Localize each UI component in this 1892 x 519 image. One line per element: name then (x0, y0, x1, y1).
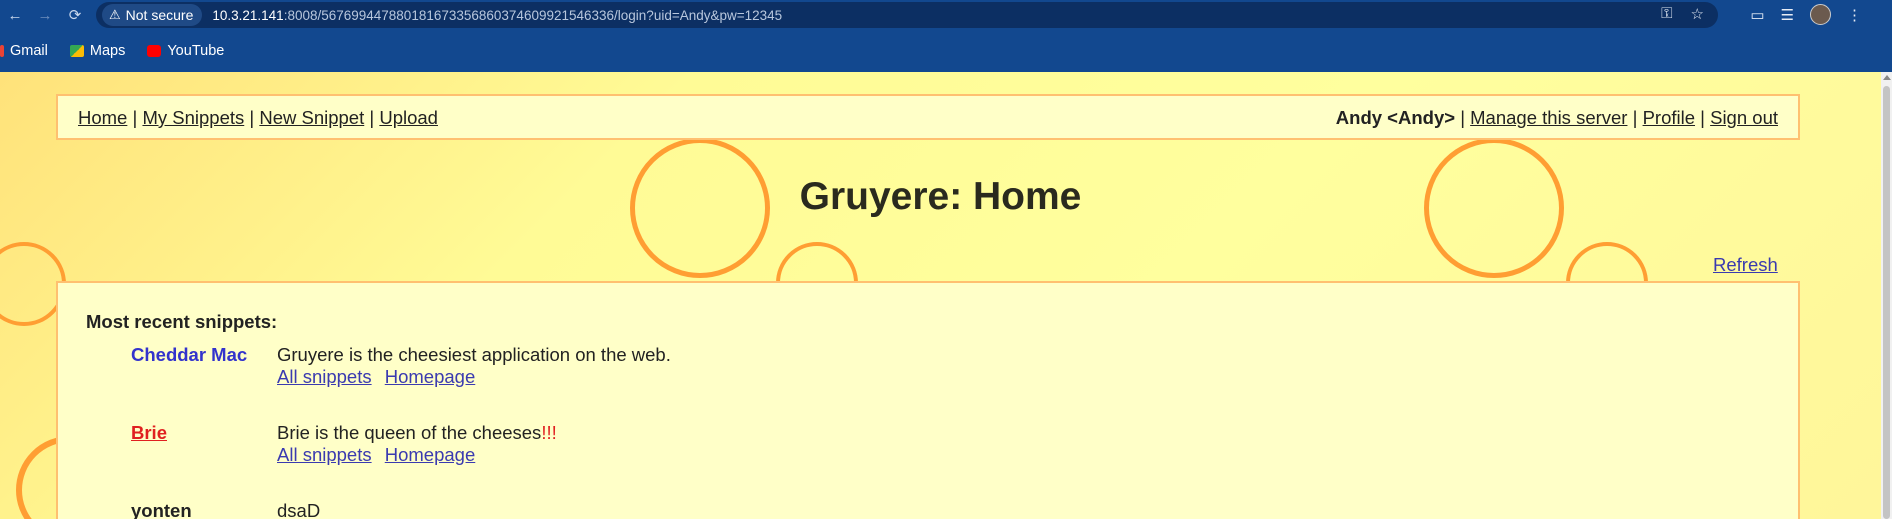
bookmark-gmail[interactable]: Gmail (0, 43, 48, 59)
snippet-author: yonten (131, 500, 192, 519)
snippet-author[interactable]: Brie (131, 422, 271, 444)
address-bar[interactable]: ⚠ Not secure 10.3.21.141:8008/5676994478… (96, 2, 1718, 28)
top-menu-bar: Home | My Snippets | New Snippet | Uploa… (56, 94, 1800, 140)
reload-icon[interactable]: ⟳ (60, 6, 90, 24)
page-title: Gruyere: Home (799, 175, 1082, 218)
bookmark-maps-label: Maps (89, 43, 126, 59)
profile-avatar[interactable] (1810, 4, 1831, 25)
menu-left: Home | My Snippets | New Snippet | Uploa… (78, 107, 438, 129)
scroll-thumb[interactable] (1883, 86, 1890, 519)
menu-separator: | (132, 107, 138, 128)
bookmark-youtube[interactable]: YouTube (147, 43, 224, 59)
page-viewport: Home | My Snippets | New Snippet | Uploa… (0, 72, 1881, 519)
maps-icon (69, 45, 84, 57)
bookmark-maps[interactable]: Maps (69, 43, 126, 59)
recent-snippets-heading: Most recent snippets: (86, 311, 278, 332)
key-icon[interactable]: ⚿ (1661, 5, 1672, 23)
snippet-text: Gruyere is the cheesiest application on … (277, 344, 671, 365)
new-snippet-link[interactable]: New Snippet (259, 107, 364, 128)
gmail-icon (0, 45, 4, 57)
page-scrollbar[interactable] (1881, 72, 1892, 519)
scroll-up-icon[interactable] (1883, 75, 1891, 80)
snippet-links: All snippets Homepage (277, 366, 483, 388)
forward-arrow-icon[interactable]: → (30, 7, 60, 24)
url-host: 10.3.21.141 (212, 7, 284, 23)
snippet-links: All snippets Homepage (277, 444, 483, 466)
menu-separator: | (369, 107, 375, 128)
extensions-icon[interactable]: ▭ (1750, 6, 1764, 24)
menu-icon[interactable]: ⋮ (1847, 6, 1862, 24)
menu-separator: | (1632, 107, 1638, 128)
url-text[interactable]: 10.3.21.141:8008/56769944788018167335686… (212, 8, 782, 23)
refresh-link[interactable]: Refresh (1713, 254, 1778, 276)
all-snippets-link[interactable]: All snippets (277, 366, 372, 387)
security-label: Not secure (125, 7, 194, 23)
manage-server-link[interactable]: Manage this server (1470, 107, 1627, 128)
snippet-text-body: Brie is the queen of the cheeses (277, 422, 542, 443)
security-badge[interactable]: ⚠ Not secure (102, 4, 203, 26)
warning-icon: ⚠ (109, 7, 121, 22)
sign-out-link[interactable]: Sign out (1710, 107, 1778, 128)
snippet-text: dsaD (277, 500, 321, 519)
bookmark-youtube-label: YouTube (167, 43, 225, 59)
homepage-link[interactable]: Homepage (385, 444, 476, 465)
reading-list-icon[interactable]: ☰ (1781, 6, 1794, 24)
menu-right: Andy <Andy> | Manage this server | Profi… (1336, 107, 1778, 129)
menu-separator: | (1460, 107, 1465, 128)
homepage-link[interactable]: Homepage (385, 366, 476, 387)
star-icon[interactable]: ☆ (1691, 5, 1704, 23)
snippet-emphasis: !!! (541, 422, 557, 443)
profile-link[interactable]: Profile (1643, 107, 1695, 128)
all-snippets-link[interactable]: All snippets (277, 444, 372, 465)
browser-toolbar: ← → ⟳ ⚠ Not secure 10.3.21.141:8008/5676… (0, 0, 1892, 30)
youtube-icon (147, 45, 162, 57)
back-arrow-icon[interactable]: ← (0, 7, 30, 24)
snippets-panel: Most recent snippets: Cheddar Mac Gruyer… (56, 281, 1800, 519)
bookmark-gmail-label: Gmail (10, 43, 48, 59)
bookmarks-bar: Gmail Maps YouTube (0, 30, 1892, 72)
my-snippets-link[interactable]: My Snippets (142, 107, 244, 128)
upload-link[interactable]: Upload (379, 107, 438, 128)
current-user: Andy <Andy> (1335, 107, 1456, 128)
url-path: :8008/5676994478801816733568603746099215… (283, 7, 783, 23)
menu-separator: | (1700, 107, 1705, 128)
snippet-author: Cheddar Mac (131, 344, 248, 365)
menu-separator: | (249, 107, 255, 128)
home-link[interactable]: Home (78, 107, 127, 128)
snippet-text: Brie is the queen of the cheeses!!! (277, 422, 557, 444)
